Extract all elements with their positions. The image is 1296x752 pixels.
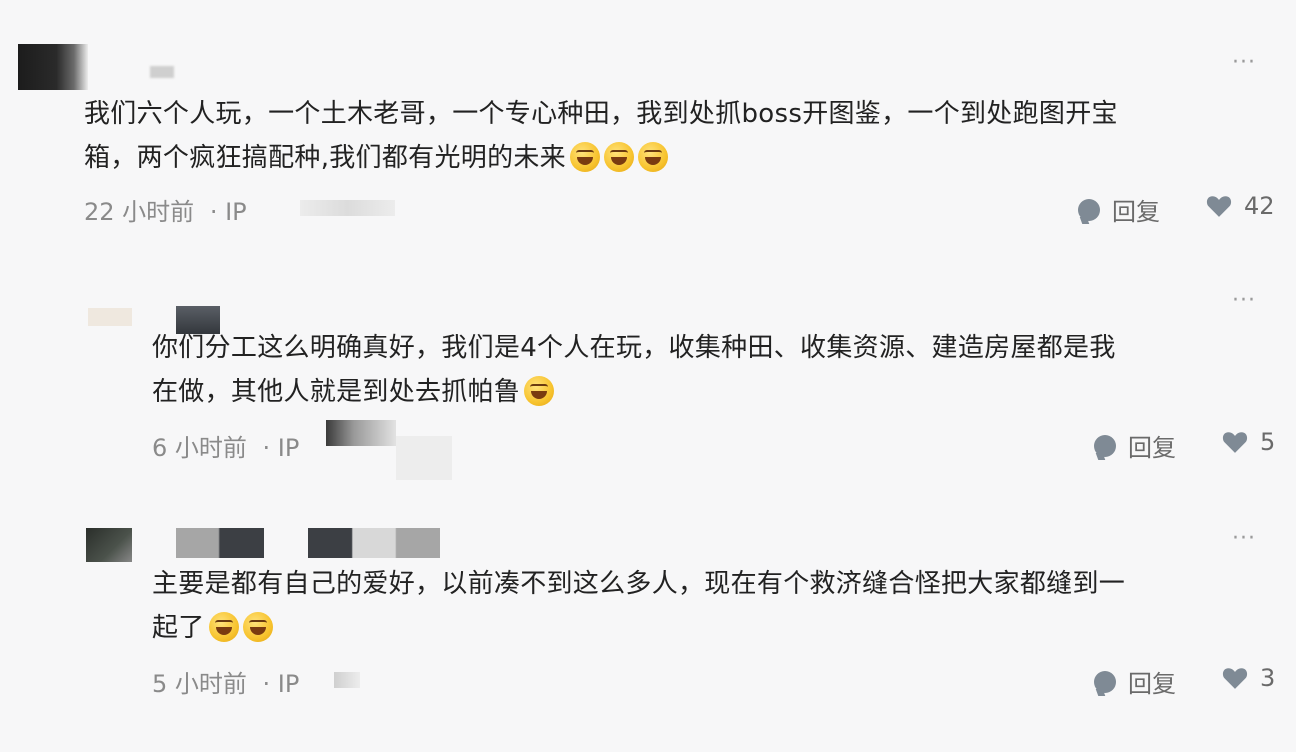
timestamp: 6 小时前 <box>152 434 247 462</box>
reply-label: 回复 <box>1128 670 1176 698</box>
comment-text-line-2: 起了 <box>152 606 1272 650</box>
username-blurred[interactable] <box>308 528 440 558</box>
like-count: 3 <box>1260 664 1276 692</box>
comment-bubble-icon <box>1094 434 1116 457</box>
rofl-emoji-icon <box>569 142 600 172</box>
reply-label: 回复 <box>1112 198 1160 226</box>
like-button[interactable]: 5 <box>1222 428 1275 456</box>
like-button[interactable]: 3 <box>1222 664 1275 692</box>
comment-text-line-1: 我们六个人玩，一个土木老哥，一个专心种田，我到处抓boss开图鉴，一个到处跑图开… <box>84 99 1118 129</box>
comment-text-line-2-content: 起了 <box>152 613 205 643</box>
comment-text-line-2-content: 箱，两个疯狂搞配种,我们都有光明的未来 <box>84 143 566 173</box>
ip-blurred <box>326 420 396 446</box>
comment-meta: 6 小时前 · IP <box>152 428 299 463</box>
like-count: 5 <box>1260 428 1276 456</box>
comment-text-line-1: 你们分工这么明确真好，我们是4个人在玩，收集种田、收集资源、建造房屋都是我 <box>152 333 1116 363</box>
comment-text-line-2: 箱，两个疯狂搞配种,我们都有光明的未来 <box>84 136 1274 180</box>
reply-button[interactable]: 回复 <box>1078 192 1160 227</box>
like-button[interactable]: 42 <box>1206 192 1275 220</box>
more-dots-icon[interactable]: ··· <box>1232 528 1256 550</box>
ip-blurred <box>300 200 395 216</box>
avatar[interactable] <box>88 308 132 326</box>
comment-text: 我们六个人玩，一个土木老哥，一个专心种田，我到处抓boss开图鉴，一个到处跑图开… <box>84 92 1274 180</box>
avatar[interactable] <box>18 44 88 90</box>
avatar[interactable] <box>86 528 132 562</box>
timestamp: 22 小时前 <box>84 198 195 226</box>
comment-bubble-icon <box>1094 670 1116 693</box>
comment-text-line-2-content: 在做，其他人就是到处去抓帕鲁 <box>152 377 521 407</box>
reply-label: 回复 <box>1128 434 1176 462</box>
comment-3: ··· 主要是都有自己的爱好，以前凑不到这么多人，现在有个救济缝合怪把大家都缝到… <box>0 500 1296 752</box>
timestamp: 5 小时前 <box>152 670 247 698</box>
heart-icon <box>1222 668 1248 689</box>
rofl-emoji-icon <box>603 142 634 172</box>
ip-location: · IP <box>262 670 300 698</box>
comment-bubble-icon <box>1078 198 1100 221</box>
more-dots-icon[interactable]: ··· <box>1232 290 1256 312</box>
comment-2: ··· 你们分工这么明确真好，我们是4个人在玩，收集种田、收集资源、建造房屋都是… <box>0 240 1296 500</box>
laughing-emoji-icon <box>524 376 555 406</box>
comment-text: 你们分工这么明确真好，我们是4个人在玩，收集种田、收集资源、建造房屋都是我 在做… <box>152 326 1272 414</box>
ip-blurred <box>396 436 452 480</box>
comment-meta: 22 小时前 · IP <box>84 192 247 227</box>
rofl-emoji-icon <box>208 612 239 642</box>
ip-blurred <box>334 672 360 688</box>
more-dots-icon[interactable]: ··· <box>1232 52 1256 74</box>
comment-text-line-1: 主要是都有自己的爱好，以前凑不到这么多人，现在有个救济缝合怪把大家都缝到一 <box>152 569 1126 599</box>
comment-meta: 5 小时前 · IP <box>152 664 299 699</box>
rofl-emoji-icon <box>242 612 273 642</box>
like-count: 42 <box>1244 192 1275 220</box>
heart-icon <box>1222 432 1248 453</box>
heart-icon <box>1206 196 1232 217</box>
comment-1: ··· 我们六个人玩，一个土木老哥，一个专心种田，我到处抓boss开图鉴，一个到… <box>0 0 1296 240</box>
username-blurred[interactable] <box>150 66 174 78</box>
reply-button[interactable]: 回复 <box>1094 664 1176 699</box>
reply-button[interactable]: 回复 <box>1094 428 1176 463</box>
comment-text: 主要是都有自己的爱好，以前凑不到这么多人，现在有个救济缝合怪把大家都缝到一 起了 <box>152 562 1272 650</box>
ip-location: · IP <box>262 434 300 462</box>
rofl-emoji-icon <box>637 142 668 172</box>
username-blurred[interactable] <box>176 528 264 558</box>
comment-text-line-2: 在做，其他人就是到处去抓帕鲁 <box>152 370 1272 414</box>
ip-location: · IP <box>209 198 247 226</box>
